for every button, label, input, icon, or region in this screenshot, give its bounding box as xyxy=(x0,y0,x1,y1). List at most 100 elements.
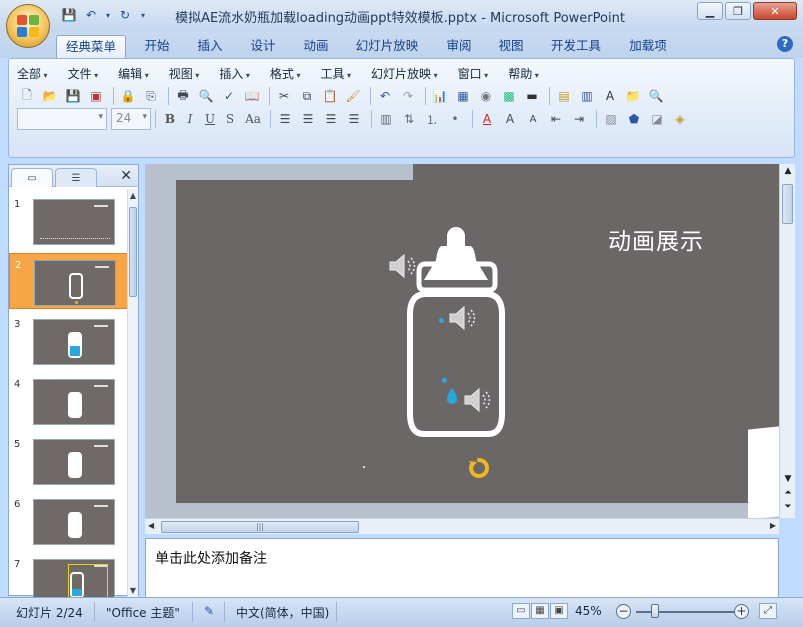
menu-all[interactable]: 全部 xyxy=(17,65,48,82)
slides-tab[interactable]: ▭ xyxy=(11,168,53,187)
new-slide-icon[interactable]: ▤ xyxy=(554,86,574,106)
redo-icon[interactable]: ↷ xyxy=(398,86,418,106)
tab-addins[interactable]: 加载项 xyxy=(622,35,674,58)
menu-insert[interactable]: 插入 xyxy=(219,65,250,82)
vertical-scroll-thumb[interactable] xyxy=(782,184,793,224)
insert-table-icon[interactable]: ▦ xyxy=(453,86,473,106)
underline-button[interactable]: U xyxy=(200,109,220,129)
attach-icon[interactable]: ⎘ xyxy=(141,86,161,106)
scroll-down-icon[interactable]: ▼ xyxy=(780,474,796,484)
shadow-button[interactable]: S xyxy=(220,109,240,129)
thumbnail-slide-5[interactable]: 5 xyxy=(9,433,128,489)
scroll-right-icon[interactable]: ▶ xyxy=(770,521,776,530)
decrease-indent-icon[interactable]: ⇤ xyxy=(546,109,566,129)
normal-view-button[interactable]: ▭ xyxy=(512,603,530,619)
language-status[interactable]: 中文(简体，中国) xyxy=(236,604,329,621)
paste-icon[interactable]: 📋 xyxy=(320,86,340,106)
spelling-status-icon[interactable]: ✎ xyxy=(204,604,214,618)
font-name-box[interactable] xyxy=(17,108,107,130)
folder-icon[interactable]: 📁 xyxy=(623,86,643,106)
open-icon[interactable]: 📂 xyxy=(40,86,60,106)
fit-to-window-icon[interactable]: ⤢ xyxy=(759,603,777,619)
scroll-up-icon[interactable]: ▲ xyxy=(780,166,796,176)
format-painter-icon[interactable]: 🖌 xyxy=(343,86,363,106)
zoom-slider-handle[interactable] xyxy=(651,604,659,618)
zoom-in-icon[interactable]: + xyxy=(734,604,749,619)
tab-home[interactable]: 开始 xyxy=(136,35,178,58)
office-button[interactable] xyxy=(6,4,50,48)
horizontal-scroll-thumb[interactable]: ||| xyxy=(161,521,359,533)
research-icon[interactable]: 📖 xyxy=(242,86,262,106)
scroll-thumb[interactable] xyxy=(129,207,137,297)
bold-button[interactable]: B xyxy=(160,109,180,129)
current-slide[interactable]: 动画展示 xyxy=(176,180,779,503)
font-size-box[interactable]: 24 xyxy=(111,108,151,130)
shapes-icon[interactable]: ⬟ xyxy=(624,109,644,129)
thumbnail-slide-6[interactable]: 6 xyxy=(9,493,128,549)
help-icon[interactable]: ? xyxy=(777,36,793,52)
next-slide-icon[interactable]: ⏷ xyxy=(780,502,796,512)
print-preview-icon[interactable]: 🔍 xyxy=(196,86,216,106)
theme-name[interactable]: "Office 主题" xyxy=(106,604,180,621)
align-center-icon[interactable]: ☰ xyxy=(298,109,318,129)
speaker-icon[interactable] xyxy=(463,387,493,413)
menu-help[interactable]: 帮助 xyxy=(508,65,539,82)
scroll-down-icon[interactable]: ▼ xyxy=(128,586,138,595)
undo-icon[interactable]: ↶ xyxy=(82,6,100,24)
shrink-font-icon[interactable]: A xyxy=(523,109,543,129)
slideshow-view-button[interactable]: ▣ xyxy=(550,603,568,619)
tab-insert[interactable]: 插入 xyxy=(189,35,231,58)
maximize-button[interactable]: ❐ xyxy=(725,2,751,20)
increase-indent-icon[interactable]: ⇥ xyxy=(569,109,589,129)
speaker-icon[interactable] xyxy=(388,253,418,279)
menu-slideshow[interactable]: 幻灯片放映 xyxy=(371,65,438,82)
italic-button[interactable]: I xyxy=(180,109,200,129)
save-icon[interactable]: 💾 xyxy=(63,86,83,106)
horizontal-scrollbar[interactable]: ◀ ||| ▶ xyxy=(145,518,779,534)
thumbnail-slide-3[interactable]: 3 xyxy=(9,313,128,369)
thumbnail-slide-7[interactable]: 7 xyxy=(9,553,128,597)
clip-art-icon[interactable]: ◉ xyxy=(476,86,496,106)
notes-pane[interactable]: 单击此处添加备注 xyxy=(145,538,779,598)
menu-file[interactable]: 文件 xyxy=(68,65,99,82)
tab-design[interactable]: 设计 xyxy=(242,35,284,58)
save-pdf-icon[interactable]: ▣ xyxy=(86,86,106,106)
thumbnail-slide-2[interactable]: 2 xyxy=(9,253,128,309)
text-direction-icon[interactable]: ⇅ xyxy=(399,109,419,129)
scroll-left-icon[interactable]: ◀ xyxy=(148,521,154,530)
bullets-icon[interactable]: • xyxy=(445,109,465,129)
minimize-button[interactable]: ▁ xyxy=(697,2,723,20)
scroll-up-icon[interactable]: ▲ xyxy=(128,191,138,200)
menu-window[interactable]: 窗口 xyxy=(458,65,489,82)
color-bw-icon[interactable]: ▬ xyxy=(522,86,542,106)
layout-icon[interactable]: ▥ xyxy=(577,86,597,106)
textbox-icon[interactable]: A xyxy=(600,86,620,106)
close-button[interactable]: ✕ xyxy=(753,2,797,20)
font-color-icon[interactable]: A xyxy=(477,109,497,129)
zoom-level[interactable]: 45% xyxy=(575,604,602,618)
spelling-icon[interactable]: ✓ xyxy=(219,86,239,106)
vertical-scrollbar[interactable]: ▲ ▼ ⏶ ⏷ xyxy=(779,164,795,518)
zoom-out-icon[interactable]: − xyxy=(616,604,631,619)
notes-placeholder[interactable]: 单击此处添加备注 xyxy=(155,548,267,568)
copy-icon[interactable]: ⧉ xyxy=(297,86,317,106)
tab-developer[interactable]: 开发工具 xyxy=(544,35,608,58)
menu-view[interactable]: 视图 xyxy=(169,65,200,82)
menu-tools[interactable]: 工具 xyxy=(320,65,351,82)
insert-chart-icon[interactable]: 📊 xyxy=(430,86,450,106)
menu-edit[interactable]: 编辑 xyxy=(118,65,149,82)
align-left-icon[interactable]: ☰ xyxy=(275,109,295,129)
print-icon[interactable]: 🖶 xyxy=(173,86,193,106)
thumbnail-slide-4[interactable]: 4 xyxy=(9,373,128,429)
tab-review[interactable]: 审阅 xyxy=(438,35,480,58)
align-right-icon[interactable]: ☰ xyxy=(321,109,341,129)
fill-icon[interactable]: ◈ xyxy=(670,109,690,129)
slide-sorter-view-button[interactable]: ▦ xyxy=(531,603,549,619)
tab-view[interactable]: 视图 xyxy=(490,35,532,58)
redo-icon[interactable]: ↻ xyxy=(116,6,134,24)
numbering-icon[interactable]: ⒈ xyxy=(422,109,442,129)
undo-dropdown-icon[interactable]: ▾ xyxy=(104,6,112,24)
tab-animation[interactable]: 动画 xyxy=(295,35,337,58)
thumbnail-slide-1[interactable]: 1 xyxy=(9,193,128,249)
undo-icon[interactable]: ↶ xyxy=(375,86,395,106)
